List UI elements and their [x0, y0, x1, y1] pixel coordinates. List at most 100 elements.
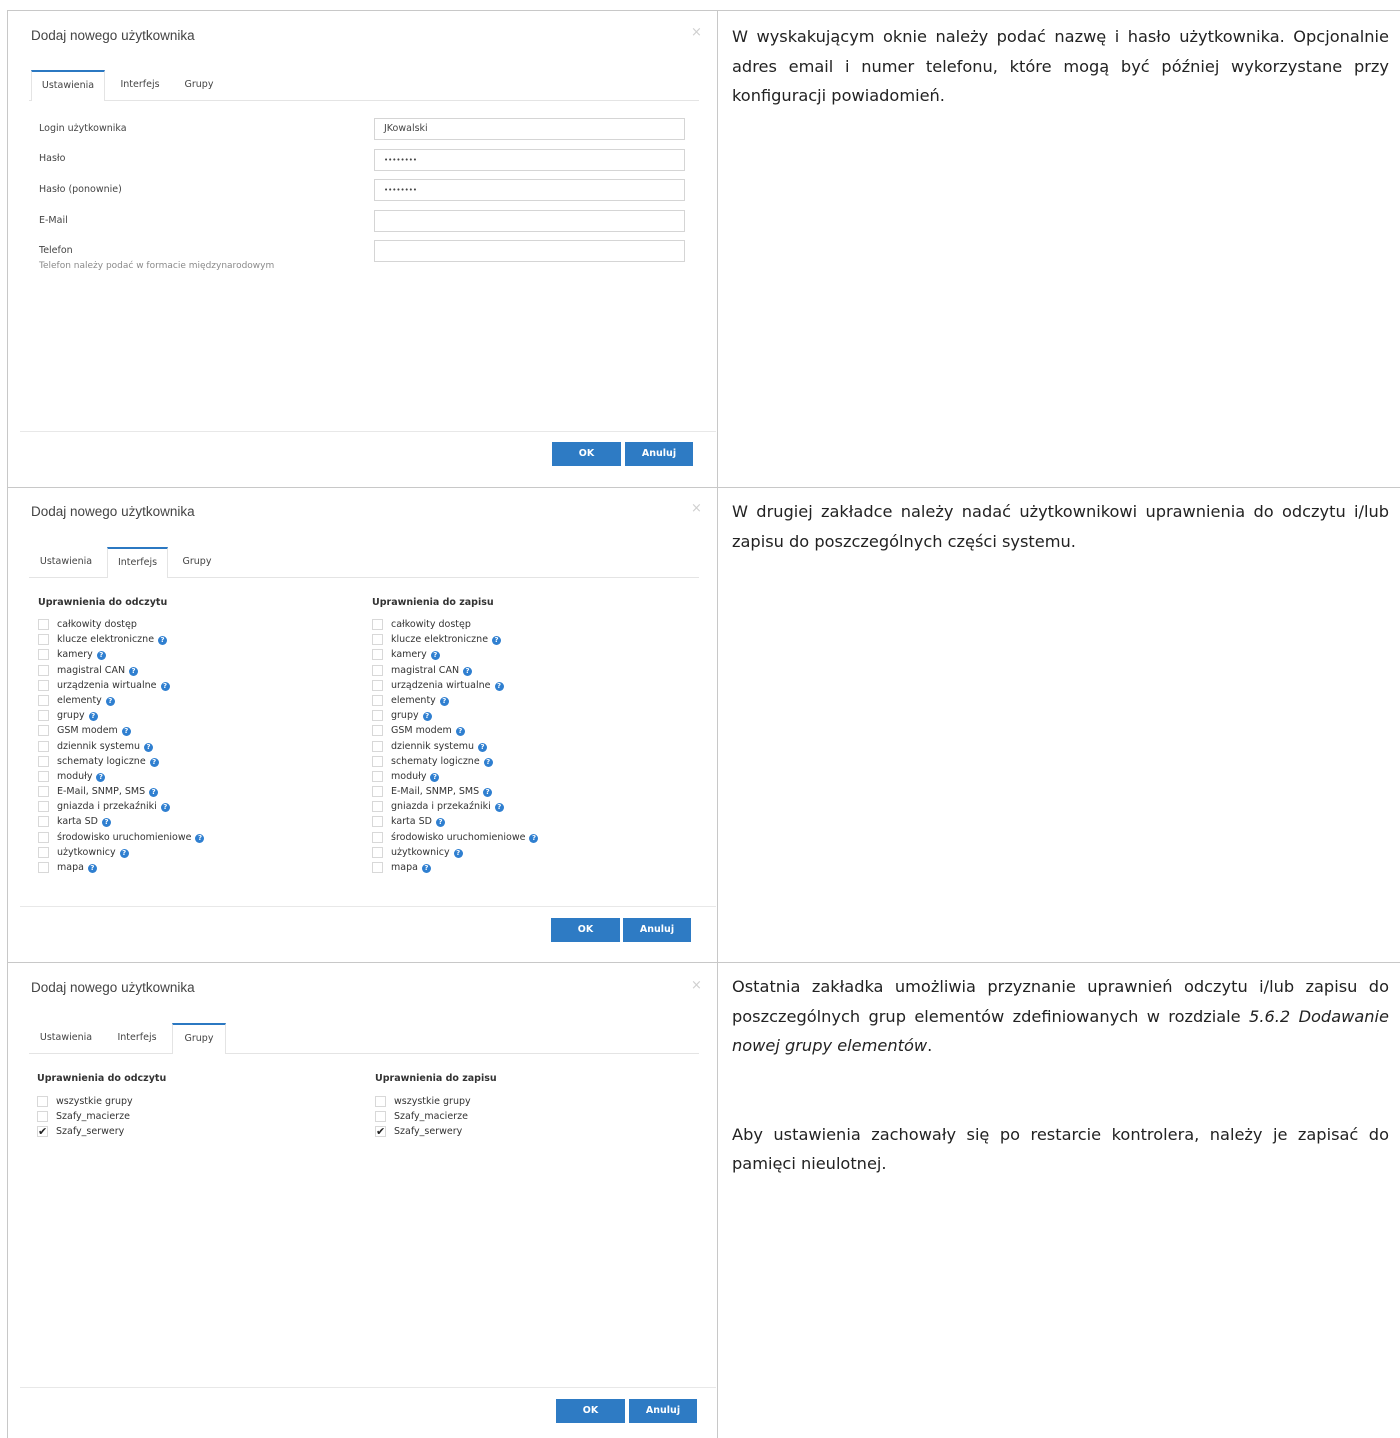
checkbox[interactable] [37, 1096, 48, 1107]
tab-grupy[interactable]: Grupy [175, 547, 219, 577]
help-icon[interactable]: ? [87, 864, 97, 873]
help-icon[interactable]: ? [121, 727, 131, 737]
checkbox[interactable]: ✔ [375, 1126, 386, 1138]
login-input[interactable]: JKowalski [374, 118, 685, 140]
close-icon[interactable]: × [691, 978, 702, 993]
help-icon[interactable]: ? [149, 788, 159, 798]
cancel-button[interactable]: Anuluj [623, 918, 691, 942]
tab-grupy[interactable]: Grupy [172, 1023, 226, 1054]
help-icon[interactable]: ? [430, 772, 440, 782]
password-input[interactable]: •••••••• [374, 149, 685, 171]
checkbox[interactable]: ✔ [37, 1126, 48, 1138]
help-icon[interactable]: ? [421, 864, 431, 873]
help-icon[interactable]: ? [101, 818, 111, 828]
cancel-button[interactable]: Anuluj [629, 1399, 697, 1423]
checkbox[interactable] [38, 801, 49, 813]
help-icon[interactable]: ? [88, 712, 98, 722]
tab-ustawienia[interactable]: Ustawienia [31, 70, 105, 101]
email-input[interactable] [374, 210, 685, 232]
checkbox[interactable] [372, 816, 383, 828]
checkbox[interactable] [372, 862, 383, 873]
help-icon[interactable]: ? [149, 757, 159, 767]
checkbox[interactable] [372, 634, 383, 646]
tab-interfejs[interactable]: Interfejs [112, 70, 168, 100]
checkbox[interactable] [372, 846, 383, 858]
tab-grupy[interactable]: Grupy [177, 70, 221, 100]
ok-button[interactable]: OK [556, 1399, 625, 1423]
help-icon[interactable]: ? [422, 712, 432, 722]
checkbox[interactable] [38, 664, 49, 676]
checkbox[interactable] [372, 831, 383, 843]
help-icon[interactable]: ? [158, 636, 168, 646]
help-icon[interactable]: ? [453, 848, 463, 858]
checkbox[interactable] [372, 801, 383, 813]
help-icon[interactable]: ? [494, 681, 504, 691]
checkbox[interactable] [372, 786, 383, 798]
help-icon[interactable]: ? [494, 803, 504, 813]
help-icon[interactable]: ? [529, 833, 539, 843]
checkbox[interactable] [38, 770, 49, 782]
help-icon[interactable]: ? [439, 696, 449, 706]
help-icon[interactable]: ? [96, 651, 106, 661]
checkbox[interactable] [38, 649, 49, 661]
help-icon[interactable]: ? [430, 651, 440, 661]
phone-input[interactable] [374, 240, 685, 262]
help-icon[interactable]: ? [129, 666, 139, 676]
checkbox[interactable] [37, 1111, 48, 1123]
close-icon[interactable]: × [691, 25, 702, 40]
help-icon[interactable]: ? [435, 818, 445, 828]
checkbox[interactable] [38, 831, 49, 843]
help-icon[interactable]: ? [160, 803, 170, 813]
permission-name: gniazda i przekaźniki [57, 801, 157, 813]
checkbox[interactable] [372, 725, 383, 737]
help-icon[interactable]: ? [105, 696, 115, 706]
help-icon[interactable]: ? [483, 757, 493, 767]
checkbox[interactable] [372, 755, 383, 767]
checkbox[interactable] [38, 755, 49, 767]
checkbox[interactable] [38, 786, 49, 798]
checkbox[interactable] [38, 634, 49, 646]
permission-name: moduły [391, 770, 427, 782]
checkbox[interactable] [372, 770, 383, 782]
checkbox[interactable] [372, 740, 383, 752]
checkbox-label: całkowity dostęp [57, 618, 137, 631]
checkbox[interactable] [375, 1096, 386, 1107]
checkbox[interactable] [372, 710, 383, 722]
checkbox[interactable] [372, 649, 383, 661]
checkbox[interactable] [38, 694, 49, 706]
help-icon[interactable]: ? [483, 788, 493, 798]
checkbox[interactable] [38, 710, 49, 722]
checkbox[interactable] [372, 619, 383, 630]
ok-button[interactable]: OK [551, 918, 620, 942]
help-icon[interactable]: ? [160, 681, 170, 691]
checkbox[interactable] [375, 1111, 386, 1123]
checkbox[interactable] [38, 862, 49, 873]
help-icon[interactable]: ? [455, 727, 465, 737]
permission-name: elementy [391, 694, 436, 706]
tab-interfejs[interactable]: Interfejs [107, 547, 168, 578]
checkbox[interactable] [38, 725, 49, 737]
tab-interfejs[interactable]: Interfejs [109, 1023, 165, 1053]
tab-ustawienia[interactable]: Ustawienia [29, 1023, 103, 1053]
help-icon[interactable]: ? [96, 772, 106, 782]
checkbox[interactable] [372, 679, 383, 691]
tab-ustawienia[interactable]: Ustawienia [29, 547, 103, 577]
checkbox[interactable] [372, 664, 383, 676]
help-icon[interactable]: ? [463, 666, 473, 676]
checkbox[interactable] [38, 679, 49, 691]
checkbox[interactable] [38, 740, 49, 752]
help-icon[interactable]: ? [492, 636, 502, 646]
checkbox[interactable] [38, 816, 49, 828]
help-icon[interactable]: ? [119, 848, 129, 858]
ok-button[interactable]: OK [552, 442, 621, 466]
checkbox[interactable] [38, 846, 49, 858]
help-icon[interactable]: ? [144, 742, 154, 752]
close-icon[interactable]: × [691, 501, 702, 516]
help-icon[interactable]: ? [195, 833, 205, 843]
checkbox[interactable] [38, 619, 49, 630]
password-repeat-input[interactable]: •••••••• [374, 179, 685, 201]
help-icon[interactable]: ? [478, 742, 488, 752]
permission-name: karta SD [391, 816, 432, 828]
cancel-button[interactable]: Anuluj [625, 442, 693, 466]
checkbox[interactable] [372, 694, 383, 706]
